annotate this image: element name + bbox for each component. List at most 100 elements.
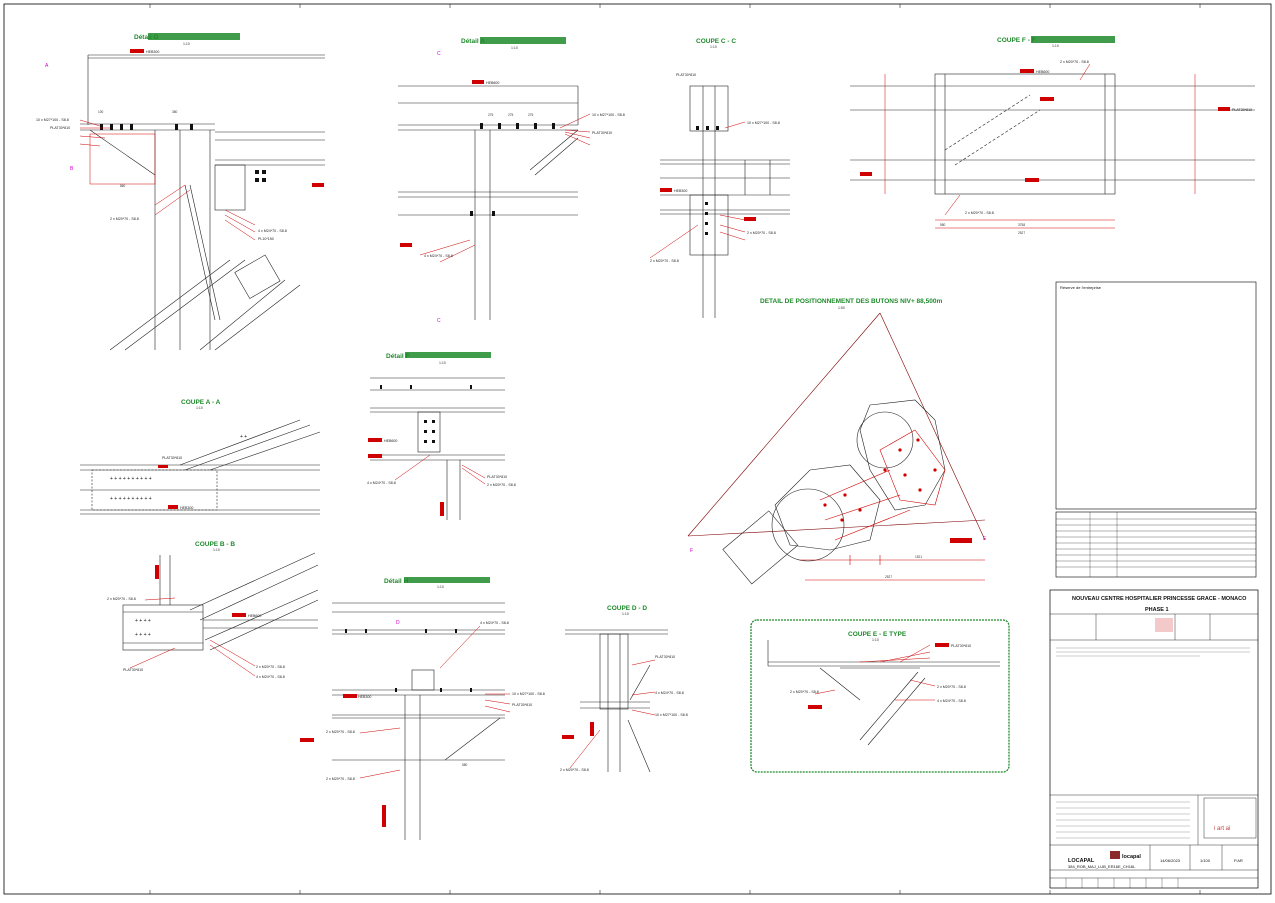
coupe-ff-dim-2527: 2527 bbox=[1018, 231, 1025, 235]
tb-scale: 1/100 bbox=[1200, 858, 1211, 863]
svg-text:+ + + +: + + + + bbox=[135, 632, 151, 638]
detail-h-m20-label: 2 x M20*70 - S8.8 bbox=[326, 730, 355, 734]
coupe-bb-m24-label: 4 x M24*70 - S8.8 bbox=[256, 675, 285, 679]
coupe-ff-heb-label: HEB600 bbox=[1036, 70, 1049, 74]
detail-h-m24-label: 4 x M24*70 - S8.8 bbox=[480, 621, 509, 625]
detail-g-title: Détail G bbox=[134, 34, 159, 41]
detail-h-bolt-label: 10 x M27*100 - S8.8 bbox=[512, 692, 545, 696]
coupe-ff-title: COUPE F - F bbox=[997, 37, 1036, 44]
view-detail-a: Détail A 1:10 HEB600 10 x M27*100 - S8.8… bbox=[398, 37, 625, 324]
detail-a-mark-c: C bbox=[437, 51, 441, 57]
coupe-dd-m20-label: 2 x M20*70 - S8.8 bbox=[560, 768, 589, 772]
coupe-bb-m20-label: 2 x M20*70 - S8.8 bbox=[107, 597, 136, 601]
coupe-ee-plat-label: PLAT30*810 bbox=[951, 644, 971, 648]
detail-f-m24-label: 4 x M24*70 - S8.8 bbox=[367, 481, 396, 485]
detail-a-dim-275c: 275 bbox=[528, 113, 534, 117]
detail-g-plat-label: PLAT30*810 bbox=[50, 126, 70, 130]
svg-text:+ + + +: + + + + bbox=[135, 618, 151, 624]
view-coupe-aa: COUPE A - A 1:10 + + + + + + + + + + + +… bbox=[80, 399, 321, 515]
detail-f-plat-label: PLAT30*810 bbox=[487, 475, 507, 479]
coupe-ee-scale: 1:10 bbox=[872, 638, 879, 642]
view-coupe-bb: COUPE B - B 1:10 + + + + + + + + HEB600 2… bbox=[107, 541, 319, 679]
svg-text:+ +: + + bbox=[240, 434, 247, 440]
coupe-bb-heb-label: HEB600 bbox=[248, 614, 261, 618]
detail-g-m24-label: 4 x M24*70 - S8.8 bbox=[258, 229, 287, 233]
coupe-ff-dim-3758: 3758 bbox=[1018, 223, 1025, 227]
detail-h-heb-label: HEB300 bbox=[358, 695, 371, 699]
detail-g-dim-860: 860 bbox=[120, 184, 126, 188]
view-detail-g: Détail G 1:10 HEB300 10 x M27*100 - S8.8… bbox=[36, 33, 325, 351]
detail-h-plat-label: PLAT30*810 bbox=[512, 703, 532, 707]
detail-h-title: Détail H bbox=[384, 578, 409, 585]
detail-a-dim-275b: 275 bbox=[508, 113, 514, 117]
detail-g-dim-100: 100 bbox=[98, 110, 104, 114]
coupe-ee-title: COUPE E - E TYPE bbox=[848, 631, 907, 638]
coupe-dd-scale: 1:10 bbox=[622, 612, 629, 616]
tb-stamp: i art ai bbox=[1214, 826, 1230, 832]
coupe-ff-m20-label: 2 x M20*70 - S8.8 bbox=[1060, 60, 1089, 64]
coupe-dd-bolt-label: 10 x M27*100 - S8.8 bbox=[655, 713, 688, 717]
detail-f-scale: 1:10 bbox=[439, 361, 446, 365]
detail-a-heb-label: HEB600 bbox=[486, 81, 499, 85]
detail-g-mark-b: B bbox=[70, 166, 74, 172]
detail-a-plat-label: PLAT30*810 bbox=[592, 131, 612, 135]
detail-g-m20-label: 2 x M20*70 - S8.8 bbox=[110, 217, 139, 221]
positionnement-title: DETAIL DE POSITIONNEMENT DES BUTONS NIV+… bbox=[760, 298, 942, 305]
frame-ticks bbox=[149, 4, 1201, 894]
view-coupe-cc: COUPE C - C 1:10 HEB300 10 x M27*100 - S… bbox=[649, 38, 790, 318]
coupe-aa-heb-label: HEB300 bbox=[180, 506, 193, 510]
svg-text:+ + + + + + + + + +: + + + + + + + + + + bbox=[110, 496, 152, 502]
notes-panel: Réserve de l'entreprise bbox=[1055, 281, 1257, 578]
detail-h-dim-580: 580 bbox=[462, 763, 468, 767]
coupe-ff-dim-580: 580 bbox=[940, 223, 946, 227]
coupe-bb-scale: 1:10 bbox=[213, 548, 220, 552]
coupe-ee-m20-label: 2 x M20*70 - S8.8 bbox=[937, 685, 966, 689]
detail-a-scale: 1:10 bbox=[511, 46, 518, 50]
view-coupe-ee: COUPE E - E TYPE 1:10 PLAT30*810 2 x M20… bbox=[750, 619, 1010, 773]
detail-a-title: Détail A bbox=[461, 38, 485, 45]
coupe-cc-m20b-label: 2 x M20*70 - S8.8 bbox=[650, 259, 679, 263]
coupe-ff-scale: 1:10 bbox=[1052, 44, 1059, 48]
view-detail-f: Détail F 1:10 HEB600 4 x M24*70 - S8.8 P… bbox=[367, 352, 516, 520]
detail-g-bolt-label: 10 x M27*100 - S8.8 bbox=[36, 118, 69, 122]
detail-g-pl-label: PL10*150 bbox=[258, 237, 274, 241]
detail-a-dim-275: 275 bbox=[488, 113, 494, 117]
positionnement-mark-e: E bbox=[983, 536, 987, 542]
detail-g-dim-380: 380 bbox=[172, 110, 178, 114]
coupe-dd-plat-label: PLAT30*810 bbox=[655, 655, 675, 659]
notes-label: Réserve de l'entreprise bbox=[1060, 285, 1102, 290]
coupe-cc-plat-label: PLAT30*810 bbox=[676, 73, 696, 77]
view-detail-h: Détail H 1:10 HEB300 4 x M24*70 - S8.8 1… bbox=[300, 577, 545, 840]
view-positionnement: DETAIL DE POSITIONNEMENT DES BUTONS NIV+… bbox=[687, 298, 987, 585]
coupe-ff-plat-label: PLAT30*810 bbox=[1232, 108, 1252, 112]
detail-h-mark-d: D bbox=[396, 620, 400, 626]
detail-h-scale: 1:10 bbox=[437, 585, 444, 589]
coupe-ff-m20b-label: 2 x M20*70 - S8.8 bbox=[965, 211, 994, 215]
coupe-cc-bolt-label: 10 x M27*100 - S8.8 bbox=[747, 121, 780, 125]
positionnement-dim-2527: 2527 bbox=[885, 575, 892, 579]
detail-f-title: Détail F bbox=[386, 353, 410, 360]
detail-f-m20-label: 2 x M20*70 - S8.8 bbox=[487, 483, 516, 487]
detail-g-scale: 1:10 bbox=[183, 42, 190, 46]
coupe-ee-m20b-label: 2 x M20*70 - S8.8 bbox=[790, 690, 819, 694]
coupe-cc-m20-label: 2 x M20*70 - S8.8 bbox=[747, 231, 776, 235]
coupe-cc-title: COUPE C - C bbox=[696, 38, 736, 45]
tb-logo: locapal bbox=[1122, 854, 1141, 860]
detail-a-m24-label: 4 x M24*70 - S8.8 bbox=[424, 254, 453, 258]
coupe-bb-title: COUPE B - B bbox=[195, 541, 235, 548]
tb-date: 14/06/2023 bbox=[1160, 858, 1181, 863]
coupe-dd-m24-label: 4 x M24*70 - S8.8 bbox=[655, 691, 684, 695]
coupe-bb-m20b-label: 2 x M20*70 - S8.8 bbox=[256, 665, 285, 669]
coupe-ee-cloud bbox=[750, 619, 1010, 773]
view-coupe-ff: COUPE F - F 1:10 HEB600 2 x M20*70 - S8.… bbox=[850, 36, 1255, 235]
coupe-cc-scale: 1:10 bbox=[710, 45, 717, 49]
svg-text:+ + + + + + + + + +: + + + + + + + + + + bbox=[110, 476, 152, 482]
tb-phase: PHASE 1 bbox=[1145, 607, 1169, 613]
sheet-frame bbox=[3, 3, 1272, 895]
coupe-bb-plat-label: PLAT30*810 bbox=[123, 668, 143, 672]
drawing-sheet: Détail G 1:10 HEB300 10 x M27*100 - S8.8… bbox=[0, 0, 1275, 898]
detail-h-m20b-label: 2 x M20*70 - S8.8 bbox=[326, 777, 355, 781]
detail-f-heb-label: HEB600 bbox=[384, 439, 397, 443]
drawing-canvas: Détail G 1:10 HEB300 10 x M27*100 - S8.8… bbox=[3, 3, 1272, 895]
detail-g-mark-a: A bbox=[45, 63, 49, 69]
